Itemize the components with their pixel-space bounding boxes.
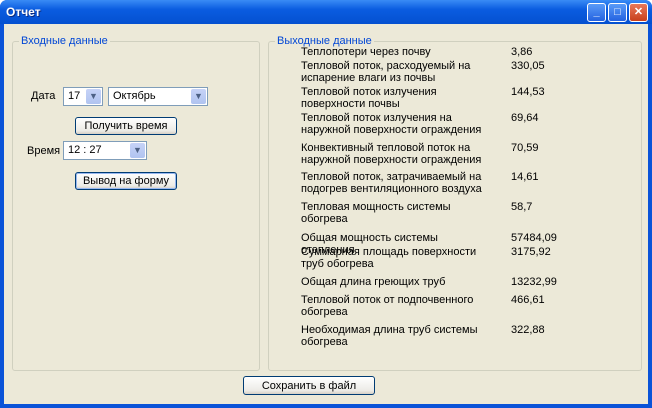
output-row-value: 57484,09	[511, 232, 557, 244]
save-to-file-button[interactable]: Сохранить в файл	[243, 376, 375, 395]
output-row-label: Теплопотери через почву	[301, 46, 431, 58]
window-title: Отчет	[6, 5, 41, 19]
title-bar: Отчет _ □ ✕	[0, 0, 652, 24]
output-row-value: 58,7	[511, 201, 533, 213]
output-row-label: Общая длина греющих труб	[301, 276, 446, 288]
month-value: Октябрь	[113, 90, 156, 102]
output-row-label: Тепловой поток излучения поверхности поч…	[301, 86, 437, 110]
output-row-value: 3,86	[511, 46, 533, 58]
output-row-label: Конвективный тепловой поток на наружной …	[301, 142, 482, 166]
output-row-label: Тепловой поток от подпочвенного обогрева	[301, 294, 474, 318]
chevron-down-icon[interactable]: ▼	[130, 143, 145, 158]
input-group-label: Входные данные	[19, 35, 110, 47]
minimize-button[interactable]: _	[587, 3, 606, 22]
output-row-value: 13232,99	[511, 276, 557, 288]
date-label: Дата	[31, 90, 56, 102]
output-row-value: 69,64	[511, 112, 539, 124]
chevron-down-icon[interactable]: ▼	[191, 89, 206, 104]
time-select[interactable]: 12 : 27 ▼	[63, 141, 147, 160]
month-select[interactable]: Октябрь ▼	[108, 87, 208, 106]
output-row-value: 70,59	[511, 142, 539, 154]
time-value: 12 : 27	[68, 144, 102, 156]
output-row-value: 3175,92	[511, 246, 551, 258]
close-button[interactable]: ✕	[629, 3, 648, 22]
maximize-button[interactable]: □	[608, 3, 627, 22]
output-row-label: Суммарная площадь поверхности труб обогр…	[301, 246, 477, 270]
report-window: Отчет _ □ ✕ Входные данные Дата 17 ▼ Октя…	[0, 0, 652, 408]
window-body: Входные данные Дата 17 ▼ Октябрь ▼ Получит…	[4, 24, 648, 404]
output-group: Выходные данные Теплопотери через почву 3…	[268, 35, 642, 371]
get-time-button[interactable]: Получить время	[75, 117, 177, 135]
output-row-label: Тепловой поток излучения на наружной пов…	[301, 112, 482, 136]
chevron-down-icon[interactable]: ▼	[86, 89, 101, 104]
output-row-label: Тепловой поток, затрачиваемый на подогре…	[301, 171, 482, 195]
output-to-form-button[interactable]: Вывод на форму	[75, 172, 177, 190]
input-group: Входные данные Дата 17 ▼ Октябрь ▼ Получит…	[12, 35, 260, 371]
output-row-label: Тепловой поток, расходуемый на испарение…	[301, 60, 471, 84]
day-select[interactable]: 17 ▼	[63, 87, 103, 106]
output-row-value: 322,88	[511, 324, 545, 336]
output-row-value: 14,61	[511, 171, 539, 183]
output-row-value: 144,53	[511, 86, 545, 98]
output-row-label: Тепловая мощность системы обогрева	[301, 201, 451, 225]
output-row-value: 466,61	[511, 294, 545, 306]
output-row-value: 330,05	[511, 60, 545, 72]
time-label: Время	[27, 145, 61, 157]
output-row-label: Необходимая длина труб системы обогрева	[301, 324, 478, 348]
day-value: 17	[68, 90, 81, 102]
